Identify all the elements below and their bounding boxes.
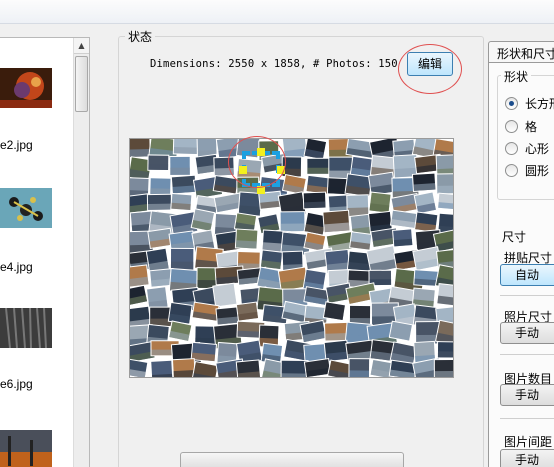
file-thumbnail-1[interactable] [0, 68, 52, 108]
size-section-title: 尺寸 [502, 230, 527, 244]
divider [500, 418, 554, 419]
collage-photo [322, 209, 351, 234]
collage-photo [167, 301, 193, 325]
collage-photo [302, 191, 327, 210]
photo-thumbnail-icon [0, 430, 52, 467]
radio-button[interactable] [505, 163, 518, 177]
collage-photo [368, 191, 392, 214]
collage-photo [170, 192, 193, 212]
radio-button[interactable] [505, 119, 518, 133]
photo-spacing-manual-button[interactable]: 手动 [500, 449, 554, 467]
photo-thumbnail-icon [0, 308, 52, 348]
file-thumbnail-4[interactable] [0, 430, 52, 467]
resize-handle[interactable] [257, 148, 265, 156]
collage-photo [279, 211, 306, 233]
file-label-1[interactable]: e2.jpg [0, 138, 33, 152]
scrollbar-thumb[interactable] [75, 56, 88, 112]
radio-button[interactable] [505, 141, 518, 155]
collage-photo [411, 172, 437, 192]
collage-photo [130, 358, 149, 377]
collage-photo [213, 156, 235, 177]
photo-thumbnail-icon [0, 188, 52, 228]
divider [500, 354, 554, 355]
selected-photo-frame[interactable] [242, 151, 280, 187]
radio-button-selected[interactable] [505, 96, 518, 110]
file-thumbnail-3[interactable] [0, 308, 52, 348]
collage-photo [413, 191, 438, 215]
collage-photo [392, 228, 414, 248]
collage-photo [346, 194, 370, 218]
collage-photo [190, 208, 216, 233]
file-label-2[interactable]: e4.jpg [0, 260, 33, 274]
collage-photo [349, 231, 373, 251]
tab-shape-and-size[interactable]: 形状和尺寸 [488, 41, 554, 63]
file-list-scrollbar[interactable]: ▲ [73, 38, 89, 467]
collage-photo [365, 245, 399, 275]
collage-photo [146, 193, 173, 211]
shape-option-heart[interactable]: 心形 [505, 140, 549, 156]
shape-option-label: 格 [525, 119, 538, 134]
photo-spacing-label: 图片间距 [504, 435, 553, 449]
collage-photo [234, 228, 259, 250]
collage-photo [436, 283, 453, 308]
collage-photo [259, 249, 284, 271]
edit-button[interactable]: 编辑 [407, 52, 453, 76]
collage-photo [150, 359, 174, 377]
collage-photo [212, 282, 238, 308]
collage-photo-grid [130, 139, 453, 377]
collage-photo [169, 247, 195, 272]
collage-photo [171, 358, 196, 377]
collage-photo [149, 177, 172, 197]
bottom-action-button[interactable] [180, 452, 404, 467]
file-label-3[interactable]: e6.jpg [0, 377, 33, 391]
divider [500, 295, 554, 296]
shape-option-label: 心形 [525, 141, 550, 156]
collage-photo [130, 264, 150, 288]
collage-dimensions-text: Dimensions: 2550 x 1858, # Photos: 150 [150, 58, 398, 70]
collage-photo [170, 174, 197, 195]
collage-photo [147, 154, 170, 172]
shape-option-label: 长方形 [525, 96, 554, 111]
collage-photo [235, 359, 262, 377]
photo-count-manual-button[interactable]: 手动 [500, 384, 554, 406]
collage-photo [303, 139, 328, 161]
photo-thumbnail-icon [0, 68, 52, 108]
shape-option-label: 圆形 [525, 163, 550, 178]
resize-handle[interactable] [239, 166, 247, 174]
scroll-up-arrow-icon[interactable]: ▲ [74, 38, 89, 54]
collage-photo [191, 360, 219, 377]
photo-size-manual-button[interactable]: 手动 [500, 322, 554, 344]
shape-option-grid[interactable]: 格 [505, 118, 537, 134]
collage-photo [212, 174, 239, 195]
collage-photo [169, 155, 191, 176]
shape-group-title: 形状 [501, 68, 532, 85]
collage-photo [172, 139, 199, 155]
resize-handle[interactable] [257, 186, 265, 194]
collage-photo [235, 301, 260, 322]
collage-photo [305, 174, 331, 195]
collage-photo [437, 192, 453, 211]
shape-option-circle[interactable]: 圆形 [505, 162, 549, 178]
collage-size-auto-button[interactable]: 自动 [500, 264, 554, 286]
shape-option-rectangle[interactable]: 长方形 [505, 95, 554, 111]
collage-photo [436, 341, 453, 359]
resize-handle[interactable] [277, 166, 285, 174]
file-thumbnail-2[interactable] [0, 188, 52, 228]
collage-photo [433, 358, 453, 377]
window-top-strip [0, 0, 554, 24]
collage-preview[interactable] [129, 138, 454, 378]
status-group-title: 状态 [125, 28, 156, 45]
collage-photo [322, 301, 347, 322]
collage-photo [306, 157, 331, 175]
collage-photo [130, 284, 149, 307]
collage-photo [436, 173, 453, 195]
collage-photo [348, 358, 371, 377]
